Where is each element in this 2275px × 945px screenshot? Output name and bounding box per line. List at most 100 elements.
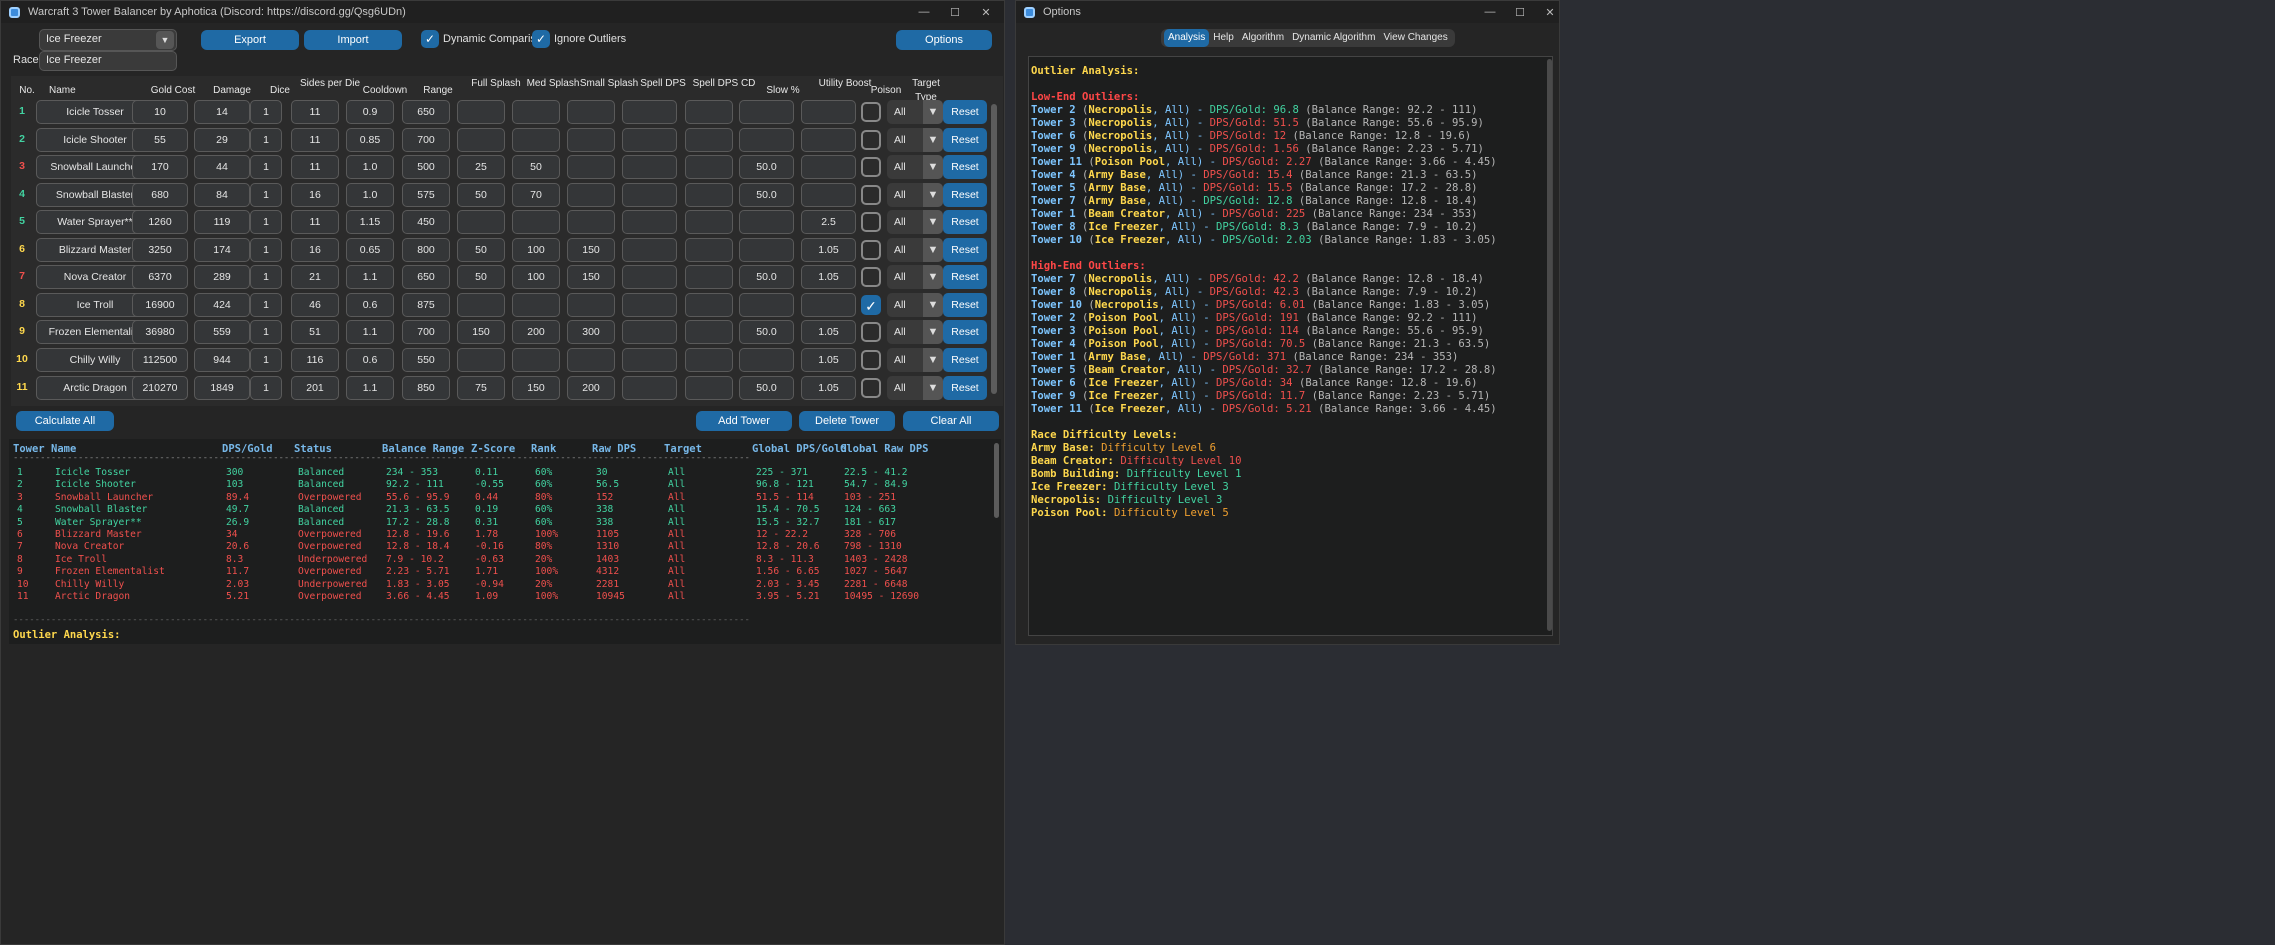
reset-button[interactable]: Reset: [943, 237, 987, 262]
tower-slow-input[interactable]: 50.0: [739, 320, 794, 345]
reset-button[interactable]: Reset: [943, 210, 987, 235]
options-button[interactable]: Options: [896, 30, 992, 50]
tower-gold-input[interactable]: 6370: [132, 265, 188, 290]
poison-checkbox[interactable]: [861, 102, 881, 122]
chevron-down-icon[interactable]: ▼: [923, 375, 943, 400]
tower-dice-input[interactable]: 1: [250, 210, 282, 235]
tower-med-input[interactable]: 150: [512, 375, 560, 400]
poison-checkbox[interactable]: [861, 184, 881, 205]
tab-view-changes[interactable]: View Changes: [1379, 29, 1451, 47]
tower-cd-input[interactable]: 1.15: [346, 210, 394, 235]
tower-slow-input[interactable]: 50.0: [739, 182, 794, 207]
tower-cd-input[interactable]: 0.6: [346, 292, 394, 317]
tower-range-input[interactable]: 575: [402, 182, 450, 207]
analysis-scrollbar[interactable]: [1547, 59, 1552, 631]
results-scrollbar[interactable]: [994, 443, 999, 518]
dynamic-comparison-checkbox[interactable]: ✓: [421, 30, 439, 48]
tower-med-input[interactable]: 50: [512, 155, 560, 180]
target-type-select[interactable]: All ▼: [887, 320, 943, 345]
chevron-down-icon[interactable]: ▼: [923, 182, 943, 207]
tower-slow-input[interactable]: [739, 100, 794, 124]
tower-small-input[interactable]: [567, 100, 615, 124]
reset-button[interactable]: Reset: [943, 320, 987, 345]
race-select[interactable]: Ice Freezer ▼: [39, 29, 177, 51]
add-tower-button[interactable]: Add Tower: [696, 411, 792, 431]
tower-sides-input[interactable]: 11: [291, 210, 339, 235]
poison-checkbox[interactable]: [861, 377, 881, 398]
tower-range-input[interactable]: 550: [402, 347, 450, 372]
tower-spell-input[interactable]: [622, 347, 677, 372]
target-type-select[interactable]: All ▼: [887, 237, 943, 262]
tower-slow-input[interactable]: 50.0: [739, 375, 794, 400]
tower-range-input[interactable]: 650: [402, 265, 450, 290]
tower-med-input[interactable]: 100: [512, 265, 560, 290]
tower-spell-input[interactable]: [622, 127, 677, 152]
tower-gold-input[interactable]: 170: [132, 155, 188, 180]
poison-checkbox[interactable]: [861, 349, 881, 370]
tower-damage-input[interactable]: 29: [194, 127, 250, 152]
tower-range-input[interactable]: 850: [402, 375, 450, 400]
reset-button[interactable]: Reset: [943, 347, 987, 372]
tower-damage-input[interactable]: 44: [194, 155, 250, 180]
tower-range-input[interactable]: 650: [402, 100, 450, 124]
chevron-down-icon[interactable]: ▼: [923, 210, 943, 235]
tower-slow-input[interactable]: [739, 237, 794, 262]
tower-cd-input[interactable]: 0.9: [346, 100, 394, 124]
tower-full-input[interactable]: [457, 292, 505, 317]
tower-cd-input[interactable]: 0.85: [346, 127, 394, 152]
tower-damage-input[interactable]: 559: [194, 320, 250, 345]
tower-sides-input[interactable]: 11: [291, 155, 339, 180]
tower-full-input[interactable]: 150: [457, 320, 505, 345]
tower-spellcd-input[interactable]: [685, 127, 733, 152]
reset-button[interactable]: Reset: [943, 182, 987, 207]
tower-spellcd-input[interactable]: [685, 292, 733, 317]
tower-spellcd-input[interactable]: [685, 182, 733, 207]
tower-dice-input[interactable]: 1: [250, 100, 282, 124]
tower-damage-input[interactable]: 944: [194, 347, 250, 372]
chevron-down-icon[interactable]: ▼: [156, 31, 174, 49]
tower-sides-input[interactable]: 201: [291, 375, 339, 400]
tower-range-input[interactable]: 700: [402, 320, 450, 345]
tower-spell-input[interactable]: [622, 210, 677, 235]
tower-util-input[interactable]: [801, 182, 856, 207]
poison-checkbox[interactable]: [861, 129, 881, 150]
tower-med-input[interactable]: [512, 210, 560, 235]
tower-small-input[interactable]: [567, 210, 615, 235]
maximize-icon[interactable]: ☐: [1506, 1, 1534, 23]
tower-slow-input[interactable]: [739, 347, 794, 372]
reset-button[interactable]: Reset: [943, 100, 987, 124]
tower-slow-input[interactable]: [739, 292, 794, 317]
tower-small-input[interactable]: 200: [567, 375, 615, 400]
tab-dynamic-algorithm[interactable]: Dynamic Algorithm: [1288, 29, 1379, 47]
poison-checkbox[interactable]: ✓: [861, 294, 881, 315]
poison-checkbox[interactable]: [861, 157, 881, 178]
tower-slow-input[interactable]: [739, 127, 794, 152]
tower-sides-input[interactable]: 11: [291, 127, 339, 152]
tower-util-input[interactable]: [801, 127, 856, 152]
tower-gold-input[interactable]: 680: [132, 182, 188, 207]
tower-sides-input[interactable]: 21: [291, 265, 339, 290]
tower-damage-input[interactable]: 119: [194, 210, 250, 235]
tower-small-input[interactable]: [567, 182, 615, 207]
target-type-select[interactable]: All ▼: [887, 292, 943, 317]
tower-spellcd-input[interactable]: [685, 320, 733, 345]
tower-gold-input[interactable]: 1260: [132, 210, 188, 235]
tower-cd-input[interactable]: 1.1: [346, 375, 394, 400]
minimize-icon[interactable]: —: [1476, 1, 1504, 23]
tower-util-input[interactable]: 1.05: [801, 320, 856, 345]
tower-small-input[interactable]: [567, 292, 615, 317]
poison-checkbox[interactable]: [861, 239, 881, 260]
tower-full-input[interactable]: 50: [457, 265, 505, 290]
target-type-select[interactable]: All ▼: [887, 182, 943, 207]
reset-button[interactable]: Reset: [943, 155, 987, 180]
tower-spellcd-input[interactable]: [685, 375, 733, 400]
tower-spellcd-input[interactable]: [685, 100, 733, 124]
tower-util-input[interactable]: 1.05: [801, 237, 856, 262]
tower-sides-input[interactable]: 46: [291, 292, 339, 317]
tower-spell-input[interactable]: [622, 100, 677, 124]
ignore-outliers-checkbox[interactable]: ✓: [532, 30, 550, 48]
tower-damage-input[interactable]: 289: [194, 265, 250, 290]
tower-cd-input[interactable]: 1.1: [346, 320, 394, 345]
chevron-down-icon[interactable]: ▼: [923, 320, 943, 345]
tower-full-input[interactable]: 50: [457, 182, 505, 207]
